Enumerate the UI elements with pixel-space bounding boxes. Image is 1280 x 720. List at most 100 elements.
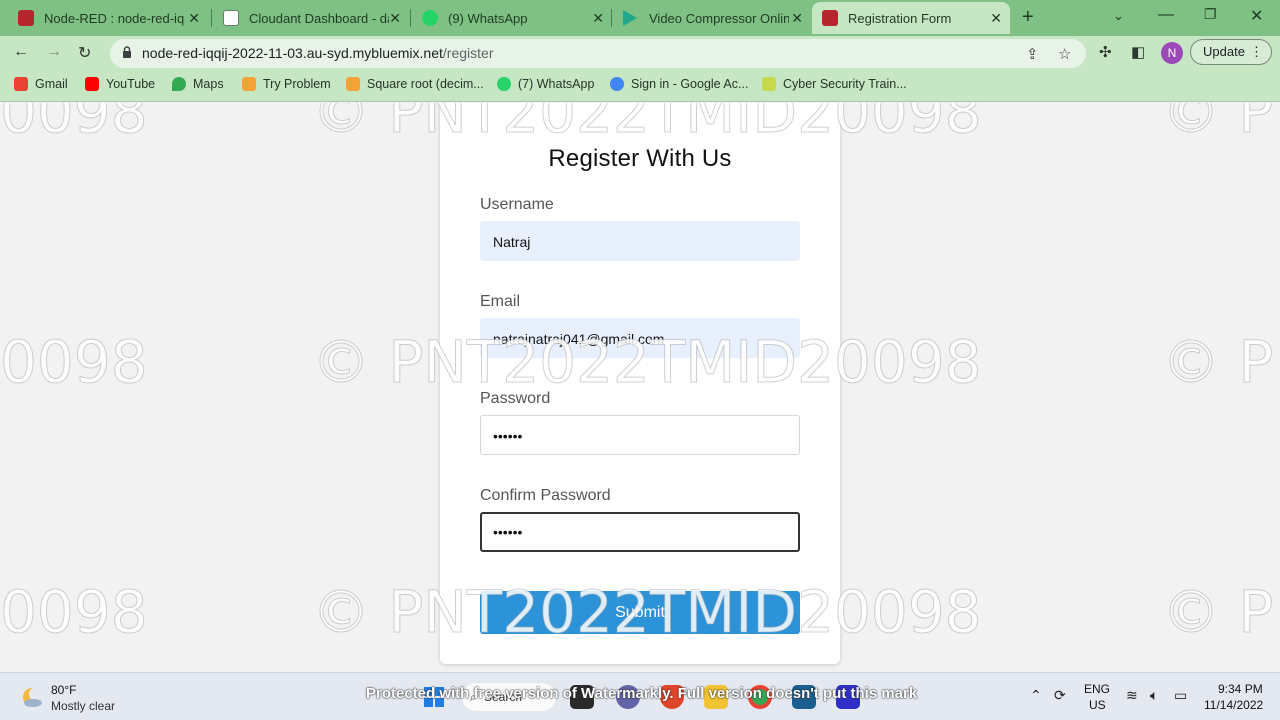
- close-icon[interactable]: ✕: [791, 10, 803, 27]
- bookmark-label: Square root (decim...: [367, 77, 484, 91]
- password-label: Password: [480, 390, 551, 407]
- language-region[interactable]: US: [1089, 698, 1106, 712]
- tab-strip: Node-RED : node-red-iqq ✕ Cloudant Dashb…: [0, 0, 1280, 36]
- close-window-icon[interactable]: ✕: [1250, 6, 1263, 26]
- profile-avatar[interactable]: N: [1161, 42, 1183, 64]
- bookmark-try-problem[interactable]: Try Problem: [242, 77, 331, 91]
- show-hidden-icons-chevron-icon[interactable]: ⌃: [1030, 687, 1042, 704]
- tab-video-compressor[interactable]: Video Compressor Online ✕: [613, 2, 811, 34]
- clock-time[interactable]: 9:34 PM: [1218, 682, 1263, 696]
- restore-icon[interactable]: ❐: [1204, 6, 1217, 23]
- cloudant-favicon-icon: [223, 10, 239, 26]
- bookmark-label: Try Problem: [263, 77, 331, 91]
- weather-temperature[interactable]: 80°F: [51, 683, 76, 697]
- bookmarks-bar: Gmail YouTube Maps Try Problem Square ro…: [0, 70, 1280, 102]
- back-arrow-icon[interactable]: ←: [13, 43, 29, 61]
- watermarkly-notice: Protected with free version of Watermark…: [366, 685, 918, 702]
- watermark-partial-right: © P: [1161, 578, 1274, 647]
- page-content: Register With Us Username Natraj Email n…: [0, 103, 1280, 672]
- bookmark-maps[interactable]: Maps: [172, 77, 224, 91]
- bookmark-star-icon[interactable]: ☆: [1058, 45, 1071, 63]
- bookmark-google-signin[interactable]: Sign in - Google Ac...: [610, 77, 748, 91]
- maps-pin-icon: [172, 77, 186, 91]
- node-red-favicon-icon: [822, 10, 838, 26]
- close-icon[interactable]: ✕: [990, 10, 1002, 27]
- url-text: node-red-iqqij-2022-11-03.au-syd.mybluem…: [142, 45, 493, 61]
- username-input[interactable]: Natraj: [480, 221, 800, 261]
- side-panel-icon[interactable]: ◧: [1131, 43, 1145, 61]
- tab-search-chevron-icon[interactable]: ⌄: [1113, 8, 1124, 24]
- weather-description[interactable]: Mostly clear: [51, 699, 115, 713]
- bookmark-cyber-security[interactable]: Cyber Security Train...: [762, 77, 907, 91]
- browser-toolbar: ← → ↻ node-red-iqqij-2022-11-03.au-syd.m…: [0, 36, 1280, 70]
- confirm-password-input[interactable]: ••••••: [480, 512, 800, 552]
- windows-taskbar: 80°F Mostly clear ⌕ Search Protected with…: [0, 672, 1280, 720]
- update-button[interactable]: Update ⋮: [1190, 39, 1272, 65]
- lock-icon: [123, 46, 131, 58]
- bookmark-square-root[interactable]: Square root (decim...: [346, 77, 484, 91]
- close-icon[interactable]: ✕: [592, 10, 604, 27]
- tab-label: Node-RED : node-red-iqq: [44, 10, 184, 26]
- tab-divider: [611, 9, 612, 27]
- close-icon[interactable]: ✕: [188, 10, 200, 27]
- cyber-security-icon: [762, 77, 776, 91]
- watermark-partial-left: 0098: [0, 578, 148, 647]
- watermark-partial-right: © P: [1161, 328, 1274, 397]
- whatsapp-favicon-icon: [422, 10, 438, 26]
- tab-divider: [211, 9, 212, 27]
- password-input[interactable]: ••••••: [480, 415, 800, 455]
- registration-card: Register With Us Username Natraj Email n…: [440, 103, 840, 664]
- bookmark-label: Maps: [193, 77, 224, 91]
- weather-moon-icon[interactable]: [20, 685, 44, 709]
- tab-node-red[interactable]: Node-RED : node-red-iqq ✕: [8, 2, 208, 34]
- bookmark-label: Gmail: [35, 77, 68, 91]
- close-icon[interactable]: ✕: [389, 10, 401, 27]
- watermark-partial-left: 0098: [0, 328, 148, 397]
- tab-label: (9) WhatsApp: [448, 10, 528, 26]
- tab-label: Cloudant Dashboard - dat: [249, 10, 389, 26]
- clock-date[interactable]: 11/14/2022: [1204, 698, 1263, 712]
- node-red-favicon-icon: [18, 10, 34, 26]
- submit-button[interactable]: Submit: [480, 591, 800, 634]
- tab-registration-form[interactable]: Registration Form ✕: [812, 2, 1010, 34]
- new-tab-icon[interactable]: +: [1022, 6, 1034, 29]
- codechef-icon: [346, 77, 360, 91]
- codechef-icon: [242, 77, 256, 91]
- form-title: Register With Us: [548, 145, 732, 172]
- tab-whatsapp[interactable]: (9) WhatsApp ✕: [412, 2, 612, 34]
- extensions-puzzle-icon[interactable]: ✣: [1099, 43, 1112, 61]
- url-host: node-red-iqqij-2022-11-03.au-syd.mybluem…: [142, 45, 443, 61]
- youtube-icon: [85, 77, 99, 91]
- update-label: Update: [1203, 44, 1245, 59]
- wifi-icon[interactable]: ≋: [1126, 687, 1138, 704]
- play-favicon-icon: [623, 10, 637, 26]
- bookmark-label: Cyber Security Train...: [783, 77, 907, 91]
- address-bar[interactable]: node-red-iqqij-2022-11-03.au-syd.mybluem…: [110, 39, 1086, 68]
- watermark-partial-right: © P: [1161, 103, 1274, 147]
- language-indicator[interactable]: ENG: [1084, 682, 1110, 696]
- menu-kebab-icon: ⋮: [1250, 44, 1263, 59]
- email-label: Email: [480, 293, 521, 310]
- reload-icon[interactable]: ↻: [78, 43, 91, 63]
- volume-icon[interactable]: 🔈︎: [1150, 687, 1158, 704]
- watermark-partial-left: 0098: [0, 103, 148, 147]
- bookmark-label: YouTube: [106, 77, 156, 91]
- confirm-password-label: Confirm Password: [480, 487, 611, 504]
- sync-icon[interactable]: ⟳: [1054, 687, 1066, 704]
- minimize-icon[interactable]: —: [1158, 6, 1174, 24]
- google-icon: [610, 77, 624, 91]
- gmail-icon: [14, 77, 28, 91]
- share-icon[interactable]: ⇪: [1026, 45, 1039, 63]
- username-label: Username: [480, 196, 554, 213]
- tab-label: Registration Form: [848, 10, 952, 26]
- battery-icon[interactable]: ▭: [1174, 687, 1187, 704]
- bookmark-gmail[interactable]: Gmail: [14, 77, 68, 91]
- forward-arrow-icon[interactable]: →: [46, 43, 62, 61]
- bookmark-whatsapp[interactable]: (7) WhatsApp: [497, 77, 594, 91]
- bookmark-label: (7) WhatsApp: [518, 77, 595, 91]
- bookmark-youtube[interactable]: YouTube: [85, 77, 155, 91]
- email-input[interactable]: natrajnatraj041@gmail.com: [480, 318, 800, 358]
- bookmark-label: Sign in - Google Ac...: [631, 77, 749, 91]
- tab-label: Video Compressor Online: [649, 10, 789, 26]
- tab-cloudant[interactable]: Cloudant Dashboard - dat ✕: [213, 2, 409, 34]
